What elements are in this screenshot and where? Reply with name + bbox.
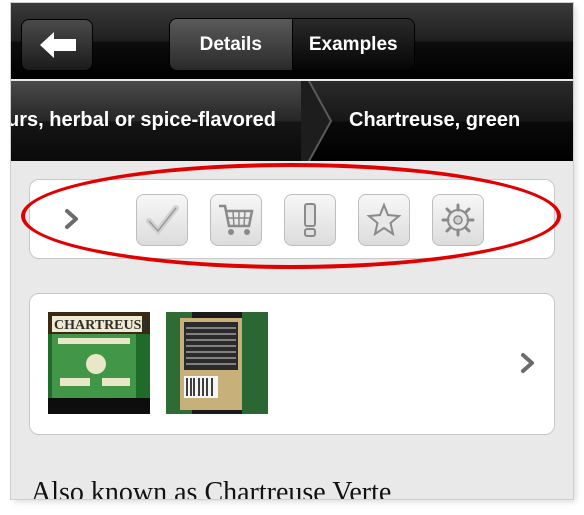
breadcrumb: urs, herbal or spice-flavored Chartreuse… [11,81,573,161]
app-screen: Details Examples urs, herbal or spice-fl… [10,2,574,500]
nav-bar: Details Examples [11,3,573,79]
bottle-back-thumbnail[interactable] [166,312,268,414]
breadcrumb-current-label: Chartreuse, green [349,109,521,131]
chartreuse-bottle-front: CHARTREUSE [48,312,150,414]
back-arrow-icon [40,32,76,58]
breadcrumb-parent-label: urs, herbal or spice-flavored [10,109,276,131]
tab-details[interactable]: Details [170,19,293,70]
annotation-circle [21,163,561,269]
back-button[interactable] [21,19,93,71]
chartreuse-bottle-back [166,312,268,414]
image-gallery: CHARTREUSE [29,293,555,435]
tab-examples[interactable]: Examples [292,19,414,70]
gallery-more-icon[interactable] [520,352,536,374]
bottle-front-thumbnail[interactable]: CHARTREUSE [48,312,150,414]
svg-text:CHARTREUSE: CHARTREUSE [54,318,150,333]
breadcrumb-separator [301,81,333,161]
segmented-control: Details Examples [169,18,415,71]
also-known-as-text: Also known as Chartreuse Verte [31,477,392,500]
